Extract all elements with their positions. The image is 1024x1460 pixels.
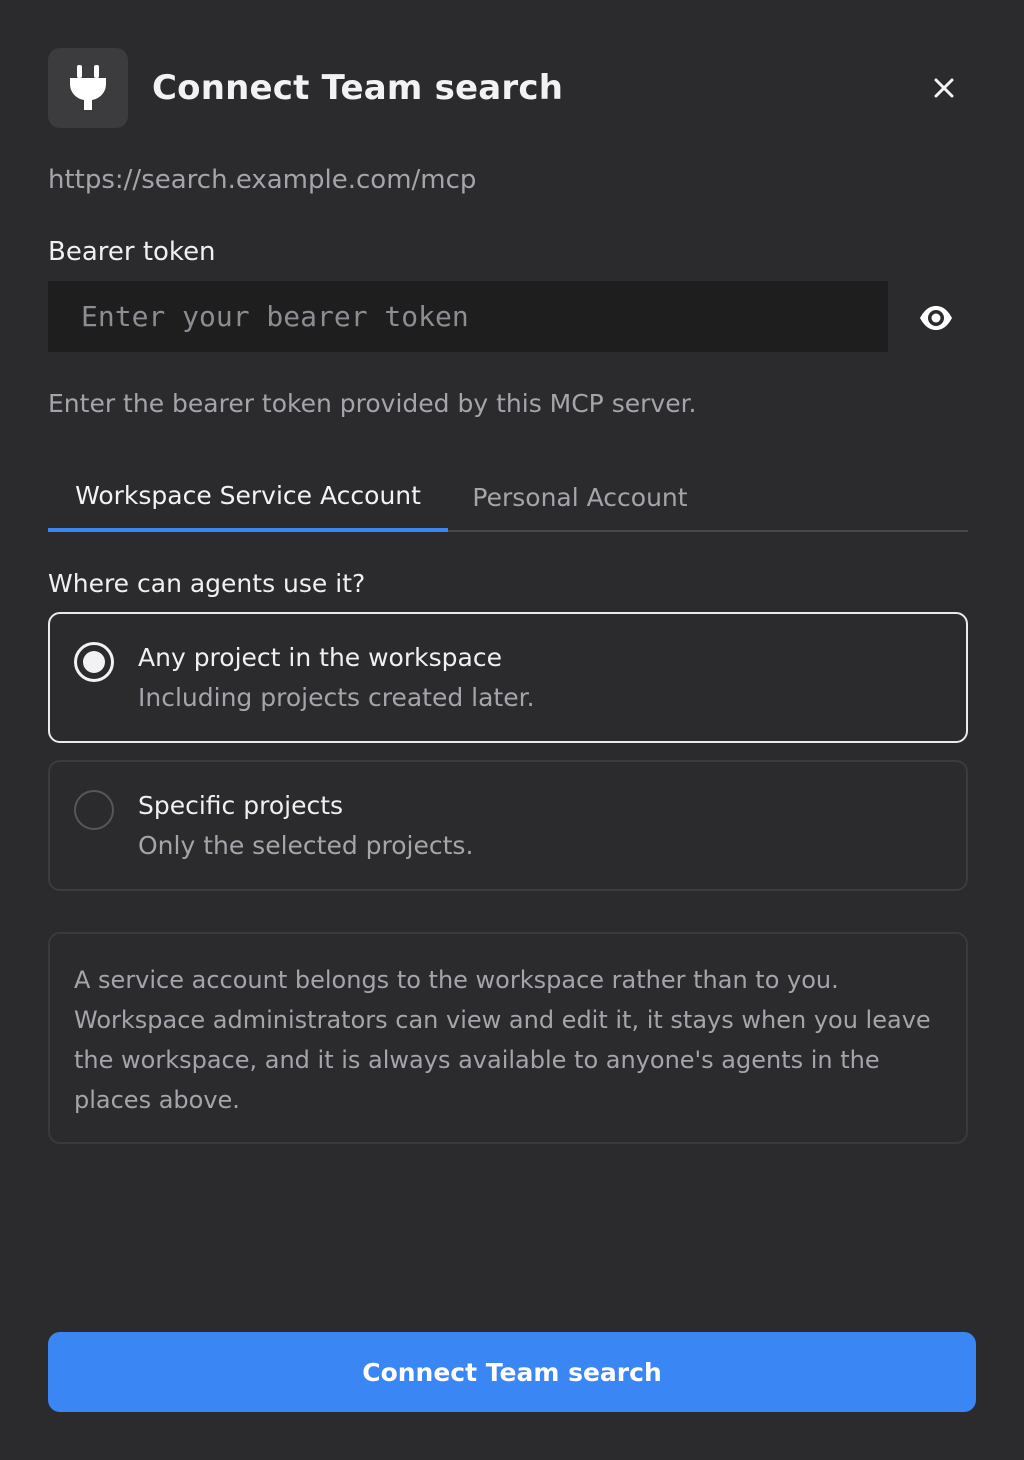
bearer-token-input[interactable] [48,281,888,352]
plug-icon [48,48,128,128]
scope-option-title: Any project in the workspace [138,643,502,672]
connect-dialog: Connect Team search https://search.examp… [0,0,1024,1460]
scope-question: Where can agents use it? [48,569,366,598]
account-type-tabs: Workspace Service Account Personal Accou… [48,462,968,532]
radio-unselected[interactable] [74,790,114,830]
scope-option-specific-projects[interactable]: Specific projects Only the selected proj… [48,760,968,891]
scope-option-title: Specific projects [138,791,344,820]
service-account-info: A service account belongs to the workspa… [48,932,968,1144]
bearer-token-label: Bearer token [48,237,216,267]
tab-personal-account[interactable]: Personal Account [448,462,712,532]
token-helper-text: Enter the bearer token provided by this … [48,389,697,418]
scope-option-subtitle: Only the selected projects. [138,831,474,860]
connect-button[interactable]: Connect Team search [48,1332,976,1412]
close-icon[interactable] [924,68,964,108]
scope-option-subtitle: Including projects created later. [138,683,535,712]
server-url: https://search.example.com/mcp [48,165,477,195]
eye-icon[interactable] [912,296,960,340]
dialog-title: Connect Team search [152,68,564,108]
scope-option-any-project[interactable]: Any project in the workspace Including p… [48,612,968,743]
tab-workspace-service-account[interactable]: Workspace Service Account [48,462,448,532]
radio-selected[interactable] [74,642,114,682]
